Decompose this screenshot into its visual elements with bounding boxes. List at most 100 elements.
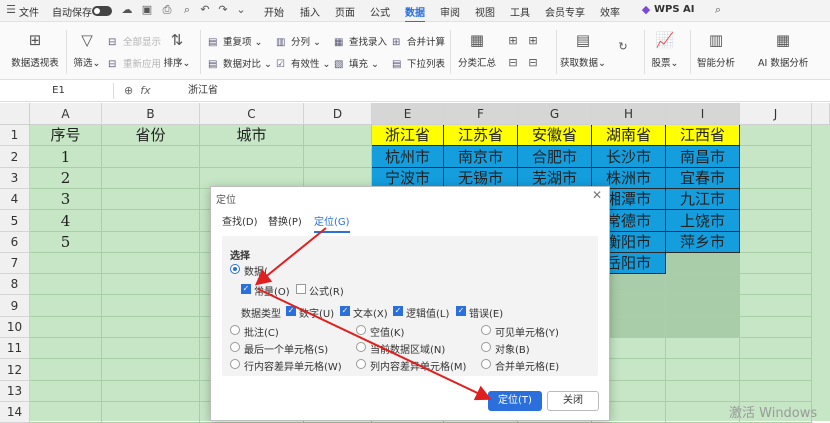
tab-view[interactable]: 视图 <box>475 4 495 19</box>
city-cell[interactable]: 宜春市 <box>666 168 740 189</box>
stocks-button[interactable]: 📈 股票⌄ <box>650 30 680 69</box>
text-checkbox[interactable]: ✓ <box>340 306 350 316</box>
cell[interactable] <box>102 210 200 232</box>
serial-cell[interactable]: 5 <box>30 232 102 253</box>
subtotal-button[interactable]: ▦ 分类汇总 <box>456 30 498 69</box>
row-header-1[interactable]: 1 <box>0 125 30 146</box>
number-checkbox[interactable]: ✓ <box>286 306 296 316</box>
collapse-icon[interactable]: ⊟ <box>526 56 540 70</box>
find-entry-button[interactable]: ▦ 查找录入 <box>334 34 387 48</box>
cell[interactable] <box>666 338 740 359</box>
cell[interactable] <box>304 146 372 168</box>
row-header-2[interactable]: 2 <box>0 146 30 168</box>
cell[interactable] <box>740 146 812 168</box>
visible-cells-radio[interactable] <box>481 325 491 335</box>
row-header-10[interactable]: 10 <box>0 317 30 338</box>
cell[interactable] <box>30 338 102 359</box>
cell[interactable] <box>666 274 740 295</box>
split-button[interactable]: ▥ 分列 ⌄ <box>276 34 321 48</box>
cell[interactable] <box>102 402 200 423</box>
dropdown-chevron-icon[interactable]: ⌄ <box>234 3 248 17</box>
city-cell[interactable]: 萍乡市 <box>666 232 740 253</box>
tab-insert[interactable]: 插入 <box>300 4 320 19</box>
tab-tools[interactable]: 工具 <box>510 4 530 19</box>
column-header-a[interactable]: A <box>30 103 102 125</box>
expand-icon[interactable]: ⊞ <box>526 34 540 48</box>
constants-checkbox[interactable]: ✓ <box>241 284 251 294</box>
group-icon[interactable]: ⊞ <box>506 34 520 48</box>
row-header-9[interactable]: 9 <box>0 295 30 317</box>
tab-formula[interactable]: 公式 <box>370 4 390 19</box>
city-cell[interactable]: 杭州市 <box>372 146 444 168</box>
file-menu[interactable]: 文件 <box>19 4 39 19</box>
header-cell[interactable]: 省份 <box>102 125 200 146</box>
column-header-e[interactable]: E <box>372 103 444 125</box>
sort-button[interactable]: ⇅ 排序⌄ <box>162 30 192 69</box>
cloud-icon[interactable]: ☁ <box>120 3 134 17</box>
serial-cell[interactable]: 1 <box>30 146 102 168</box>
column-header-b[interactable]: B <box>102 103 200 125</box>
row-header-3[interactable]: 3 <box>0 168 30 189</box>
cell[interactable] <box>102 295 200 317</box>
column-header-c[interactable]: C <box>200 103 304 125</box>
cell[interactable] <box>102 189 200 210</box>
print-preview-icon[interactable]: ⌕ <box>180 3 194 17</box>
column-header-overflow[interactable] <box>812 103 830 125</box>
name-box[interactable]: E1 <box>4 83 114 99</box>
autosave-toggle[interactable] <box>92 6 112 16</box>
cell[interactable] <box>30 295 102 317</box>
province-cell[interactable]: 江苏省 <box>444 125 518 146</box>
dropdown-list-button[interactable]: ▤ 下拉列表 <box>392 56 445 70</box>
compare-button[interactable]: ▤ 数据对比 ⌄ <box>208 56 272 70</box>
cell[interactable] <box>200 146 304 168</box>
duplicates-button[interactable]: ▤ 重复项 ⌄ <box>208 34 263 48</box>
cell[interactable] <box>30 317 102 338</box>
data-radio[interactable] <box>230 264 240 274</box>
tab-wps-ai[interactable]: WPS AI <box>654 4 695 15</box>
cell[interactable] <box>102 232 200 253</box>
ungroup-icon[interactable]: ⊟ <box>506 56 520 70</box>
province-cell[interactable]: 浙江省 <box>372 125 444 146</box>
row-header-7[interactable]: 7 <box>0 253 30 274</box>
cell[interactable] <box>30 402 102 423</box>
validity-button[interactable]: ☑ 有效性 ⌄ <box>276 56 331 70</box>
current-region-radio[interactable] <box>356 342 366 352</box>
cell[interactable] <box>740 274 812 295</box>
cell[interactable] <box>740 125 812 146</box>
cell[interactable] <box>666 359 740 381</box>
row-header-11[interactable]: 11 <box>0 338 30 359</box>
city-cell[interactable]: 九江市 <box>666 189 740 210</box>
column-header-h[interactable]: H <box>592 103 666 125</box>
cell[interactable] <box>666 295 740 317</box>
city-cell[interactable]: 南昌市 <box>666 146 740 168</box>
row-header-5[interactable]: 5 <box>0 210 30 232</box>
row-header-4[interactable]: 4 <box>0 189 30 210</box>
row-header-6[interactable]: 6 <box>0 232 30 253</box>
cell[interactable] <box>740 295 812 317</box>
zoom-icon[interactable]: ⊕ <box>124 84 133 97</box>
undo-icon[interactable]: ↶ <box>198 3 212 17</box>
city-cell[interactable]: 合肥市 <box>518 146 592 168</box>
cell[interactable] <box>740 210 812 232</box>
comments-radio[interactable] <box>230 325 240 335</box>
select-all-corner[interactable] <box>0 103 30 125</box>
print-icon[interactable]: ⎙ <box>160 3 174 17</box>
cell[interactable] <box>102 253 200 274</box>
tab-home[interactable]: 开始 <box>264 4 284 19</box>
merge-calc-button[interactable]: ⊞ 合并计算 <box>392 34 445 48</box>
city-cell[interactable]: 上饶市 <box>666 210 740 232</box>
column-header-i[interactable]: I <box>666 103 740 125</box>
formula-input[interactable]: 浙江省 <box>188 83 218 99</box>
cell[interactable] <box>740 338 812 359</box>
header-cell[interactable]: 城市 <box>200 125 304 146</box>
column-header-j[interactable]: J <box>740 103 812 125</box>
cell[interactable] <box>740 168 812 189</box>
cell[interactable] <box>102 317 200 338</box>
row-header-12[interactable]: 12 <box>0 359 30 381</box>
cell[interactable] <box>740 232 812 253</box>
city-cell[interactable]: 长沙市 <box>592 146 666 168</box>
tab-review[interactable]: 审阅 <box>440 4 460 19</box>
tab-goto[interactable]: 定位(G) <box>314 213 350 233</box>
ai-analysis-button[interactable]: ▦ AI 数据分析 <box>758 30 808 69</box>
redo-icon[interactable]: ↷ <box>216 3 230 17</box>
